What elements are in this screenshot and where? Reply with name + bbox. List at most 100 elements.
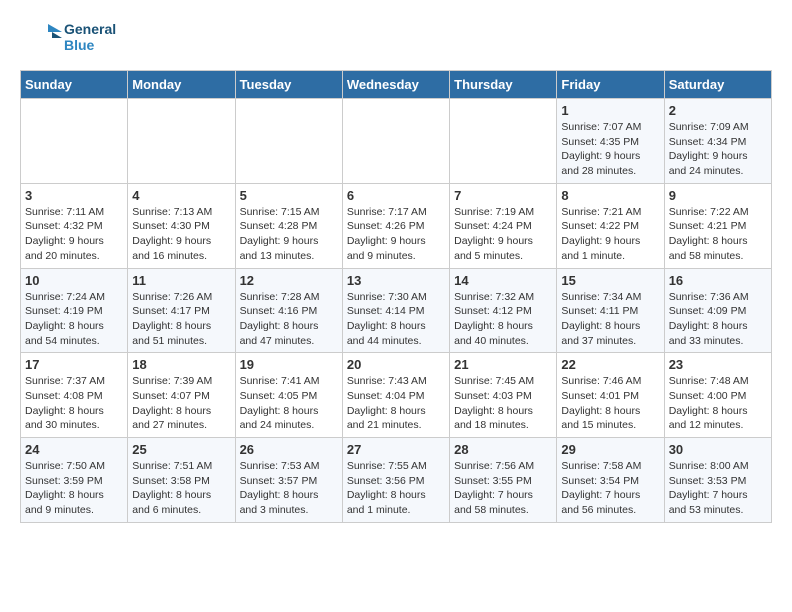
day-info: Sunrise: 7:28 AM Sunset: 4:16 PM Dayligh… [240, 291, 320, 347]
day-cell: 20 Sunrise: 7:43 AM Sunset: 4:04 PM Dayli… [342, 353, 449, 438]
day-cell: 14 Sunrise: 7:32 AM Sunset: 4:12 PM Dayli… [450, 268, 557, 353]
day-cell: 1 Sunrise: 7:07 AM Sunset: 4:35 PM Daylig… [557, 99, 664, 184]
day-info: Sunrise: 7:58 AM Sunset: 3:54 PM Dayligh… [561, 460, 641, 516]
day-number: 11 [132, 273, 230, 288]
day-number: 24 [25, 442, 123, 457]
day-number: 23 [669, 357, 767, 372]
day-number: 2 [669, 103, 767, 118]
day-info: Sunrise: 7:22 AM Sunset: 4:21 PM Dayligh… [669, 206, 749, 262]
day-cell: 6 Sunrise: 7:17 AM Sunset: 4:26 PM Daylig… [342, 183, 449, 268]
day-cell [21, 99, 128, 184]
day-number: 28 [454, 442, 552, 457]
day-info: Sunrise: 7:32 AM Sunset: 4:12 PM Dayligh… [454, 291, 534, 347]
header-cell-saturday: Saturday [664, 71, 771, 99]
day-cell: 28 Sunrise: 7:56 AM Sunset: 3:55 PM Dayli… [450, 438, 557, 523]
logo-bird-icon [20, 16, 62, 58]
day-info: Sunrise: 7:50 AM Sunset: 3:59 PM Dayligh… [25, 460, 105, 516]
day-info: Sunrise: 7:55 AM Sunset: 3:56 PM Dayligh… [347, 460, 427, 516]
day-info: Sunrise: 7:19 AM Sunset: 4:24 PM Dayligh… [454, 206, 534, 262]
day-number: 30 [669, 442, 767, 457]
week-row-2: 3 Sunrise: 7:11 AM Sunset: 4:32 PM Daylig… [21, 183, 772, 268]
day-info: Sunrise: 7:34 AM Sunset: 4:11 PM Dayligh… [561, 291, 641, 347]
day-info: Sunrise: 7:17 AM Sunset: 4:26 PM Dayligh… [347, 206, 427, 262]
calendar-body: 1 Sunrise: 7:07 AM Sunset: 4:35 PM Daylig… [21, 99, 772, 523]
day-number: 17 [25, 357, 123, 372]
day-info: Sunrise: 7:24 AM Sunset: 4:19 PM Dayligh… [25, 291, 105, 347]
day-number: 26 [240, 442, 338, 457]
day-info: Sunrise: 7:36 AM Sunset: 4:09 PM Dayligh… [669, 291, 749, 347]
day-info: Sunrise: 7:53 AM Sunset: 3:57 PM Dayligh… [240, 460, 320, 516]
day-info: Sunrise: 8:00 AM Sunset: 3:53 PM Dayligh… [669, 460, 749, 516]
header-cell-thursday: Thursday [450, 71, 557, 99]
day-number: 7 [454, 188, 552, 203]
day-number: 3 [25, 188, 123, 203]
day-cell: 7 Sunrise: 7:19 AM Sunset: 4:24 PM Daylig… [450, 183, 557, 268]
day-cell [235, 99, 342, 184]
day-cell [128, 99, 235, 184]
day-cell: 13 Sunrise: 7:30 AM Sunset: 4:14 PM Dayli… [342, 268, 449, 353]
day-info: Sunrise: 7:26 AM Sunset: 4:17 PM Dayligh… [132, 291, 212, 347]
day-info: Sunrise: 7:21 AM Sunset: 4:22 PM Dayligh… [561, 206, 641, 262]
page-container: General Blue SundayMondayTuesdayWednesda… [0, 0, 792, 539]
day-cell: 19Sunrise: 7:41 AM Sunset: 4:05 PM Dayli… [235, 353, 342, 438]
day-info: Sunrise: 7:43 AM Sunset: 4:04 PM Dayligh… [347, 375, 427, 431]
week-row-4: 17 Sunrise: 7:37 AM Sunset: 4:08 PM Dayli… [21, 353, 772, 438]
header-cell-sunday: Sunday [21, 71, 128, 99]
page-header: General Blue [20, 16, 772, 58]
day-number: 18 [132, 357, 230, 372]
day-cell: 9Sunrise: 7:22 AM Sunset: 4:21 PM Daylig… [664, 183, 771, 268]
day-cell: 26 Sunrise: 7:53 AM Sunset: 3:57 PM Dayli… [235, 438, 342, 523]
day-number: 10 [25, 273, 123, 288]
day-cell: 15 Sunrise: 7:34 AM Sunset: 4:11 PM Dayli… [557, 268, 664, 353]
day-number: 15 [561, 273, 659, 288]
day-cell: 16Sunrise: 7:36 AM Sunset: 4:09 PM Dayli… [664, 268, 771, 353]
day-number: 29 [561, 442, 659, 457]
day-number: 1 [561, 103, 659, 118]
day-cell: 17 Sunrise: 7:37 AM Sunset: 4:08 PM Dayli… [21, 353, 128, 438]
week-row-3: 10 Sunrise: 7:24 AM Sunset: 4:19 PM Dayli… [21, 268, 772, 353]
day-cell: 10 Sunrise: 7:24 AM Sunset: 4:19 PM Dayli… [21, 268, 128, 353]
day-info: Sunrise: 7:30 AM Sunset: 4:14 PM Dayligh… [347, 291, 427, 347]
header-cell-monday: Monday [128, 71, 235, 99]
day-info: Sunrise: 7:56 AM Sunset: 3:55 PM Dayligh… [454, 460, 534, 516]
day-number: 12 [240, 273, 338, 288]
logo-general: General [64, 21, 116, 37]
day-cell [342, 99, 449, 184]
day-cell: 25Sunrise: 7:51 AM Sunset: 3:58 PM Dayli… [128, 438, 235, 523]
day-number: 6 [347, 188, 445, 203]
day-cell: 18 Sunrise: 7:39 AM Sunset: 4:07 PM Dayli… [128, 353, 235, 438]
day-cell: 8 Sunrise: 7:21 AM Sunset: 4:22 PM Daylig… [557, 183, 664, 268]
day-number: 8 [561, 188, 659, 203]
day-cell: 4 Sunrise: 7:13 AM Sunset: 4:30 PM Daylig… [128, 183, 235, 268]
day-cell: 12 Sunrise: 7:28 AM Sunset: 4:16 PM Dayli… [235, 268, 342, 353]
day-cell: 2Sunrise: 7:09 AM Sunset: 4:34 PM Daylig… [664, 99, 771, 184]
logo: General Blue [20, 16, 116, 58]
day-info: Sunrise: 7:45 AM Sunset: 4:03 PM Dayligh… [454, 375, 534, 431]
day-cell: 3 Sunrise: 7:11 AM Sunset: 4:32 PM Daylig… [21, 183, 128, 268]
day-info: Sunrise: 7:46 AM Sunset: 4:01 PM Dayligh… [561, 375, 641, 431]
day-cell [450, 99, 557, 184]
week-row-5: 24 Sunrise: 7:50 AM Sunset: 3:59 PM Dayli… [21, 438, 772, 523]
day-cell: 22 Sunrise: 7:46 AM Sunset: 4:01 PM Dayli… [557, 353, 664, 438]
day-info: Sunrise: 7:48 AM Sunset: 4:00 PM Dayligh… [669, 375, 749, 431]
day-number: 20 [347, 357, 445, 372]
day-cell: 29 Sunrise: 7:58 AM Sunset: 3:54 PM Dayli… [557, 438, 664, 523]
week-row-1: 1 Sunrise: 7:07 AM Sunset: 4:35 PM Daylig… [21, 99, 772, 184]
logo-blue: Blue [64, 37, 116, 53]
day-number: 14 [454, 273, 552, 288]
day-info: Sunrise: 7:07 AM Sunset: 4:35 PM Dayligh… [561, 121, 641, 177]
day-info: Sunrise: 7:37 AM Sunset: 4:08 PM Dayligh… [25, 375, 105, 431]
header-cell-wednesday: Wednesday [342, 71, 449, 99]
day-info: Sunrise: 7:39 AM Sunset: 4:07 PM Dayligh… [132, 375, 212, 431]
day-number: 4 [132, 188, 230, 203]
day-cell: 27 Sunrise: 7:55 AM Sunset: 3:56 PM Dayli… [342, 438, 449, 523]
day-number: 27 [347, 442, 445, 457]
calendar-header: SundayMondayTuesdayWednesdayThursdayFrid… [21, 71, 772, 99]
day-info: Sunrise: 7:13 AM Sunset: 4:30 PM Dayligh… [132, 206, 212, 262]
calendar-table: SundayMondayTuesdayWednesdayThursdayFrid… [20, 70, 772, 523]
header-row: SundayMondayTuesdayWednesdayThursdayFrid… [21, 71, 772, 99]
day-number: 13 [347, 273, 445, 288]
day-cell: 23 Sunrise: 7:48 AM Sunset: 4:00 PM Dayli… [664, 353, 771, 438]
day-info: Sunrise: 7:11 AM Sunset: 4:32 PM Dayligh… [25, 206, 104, 262]
day-number: 22 [561, 357, 659, 372]
